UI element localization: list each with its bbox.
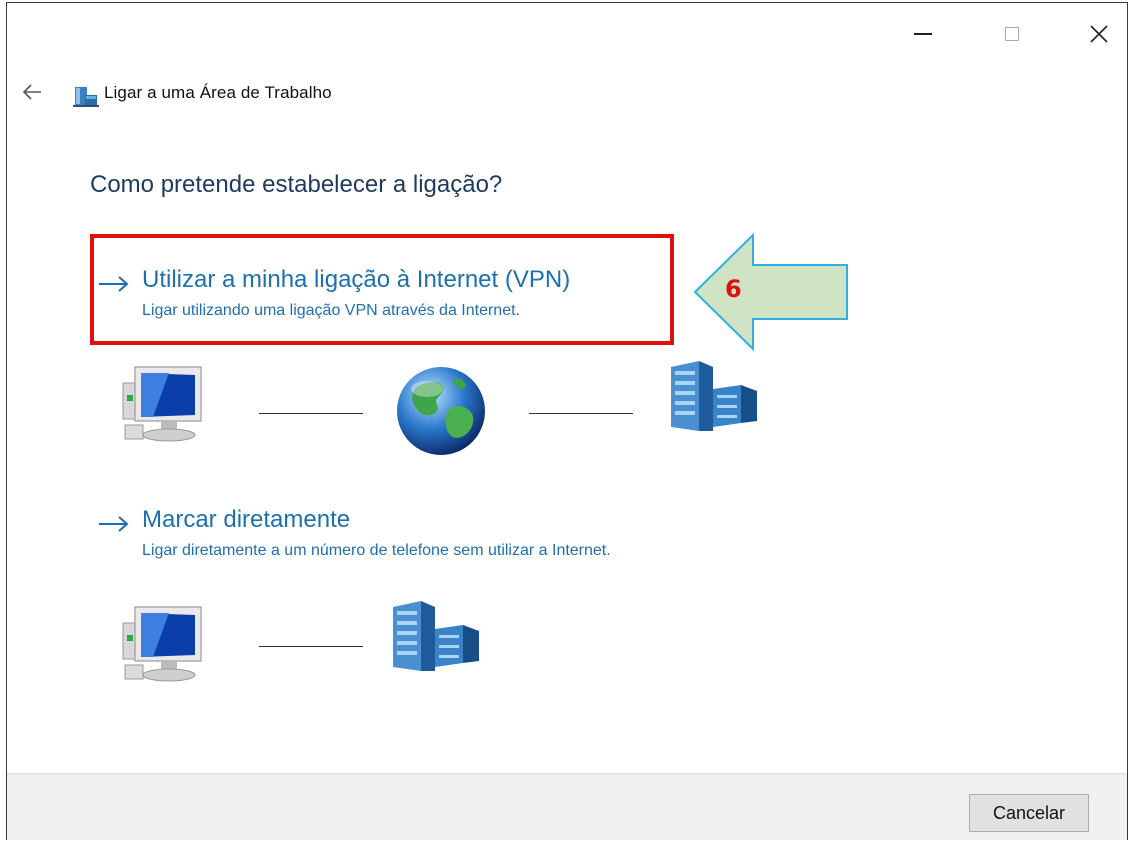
title-bar [7, 3, 1127, 65]
option-dial-title: Marcar diretamente [142, 506, 351, 533]
computer-icon [122, 366, 202, 442]
option-vpn[interactable]: Utilizar a minha ligação à Internet (VPN… [97, 266, 677, 336]
option-vpn-description: Ligar utilizando uma ligação VPN através… [142, 302, 520, 319]
footer-bar: Cancelar [7, 773, 1127, 840]
cancel-button[interactable]: Cancelar [969, 794, 1089, 832]
workplace-network-icon [73, 87, 99, 107]
callout-arrow-icon [693, 233, 848, 351]
option-dial-description: Ligar diretamente a um número de telefon… [142, 542, 611, 559]
step-number: 6 [725, 275, 742, 303]
office-building-icon [393, 601, 479, 671]
right-arrow-icon [99, 276, 129, 292]
close-icon [1090, 25, 1108, 43]
minimize-button[interactable] [893, 3, 953, 65]
minimize-icon [914, 33, 932, 35]
maximize-icon [1005, 27, 1019, 41]
app-title: Ligar a uma Área de Trabalho [104, 83, 332, 102]
connection-line [259, 646, 363, 647]
close-button[interactable] [1071, 3, 1127, 65]
connection-line [259, 413, 363, 414]
page-heading: Como pretende estabelecer a ligação? [90, 171, 503, 198]
dialog-window: Ligar a uma Área de Trabalho Como preten… [6, 2, 1128, 840]
connection-line [529, 413, 633, 414]
right-arrow-icon [99, 516, 129, 532]
back-arrow-icon[interactable] [21, 81, 43, 103]
option-dial-directly[interactable]: Marcar diretamente Ligar diretamente a u… [97, 506, 817, 576]
office-building-icon [671, 361, 757, 431]
computer-icon [122, 606, 202, 682]
option-vpn-title: Utilizar a minha ligação à Internet (VPN… [142, 266, 571, 293]
globe-icon [397, 367, 485, 455]
maximize-button[interactable] [982, 3, 1042, 65]
